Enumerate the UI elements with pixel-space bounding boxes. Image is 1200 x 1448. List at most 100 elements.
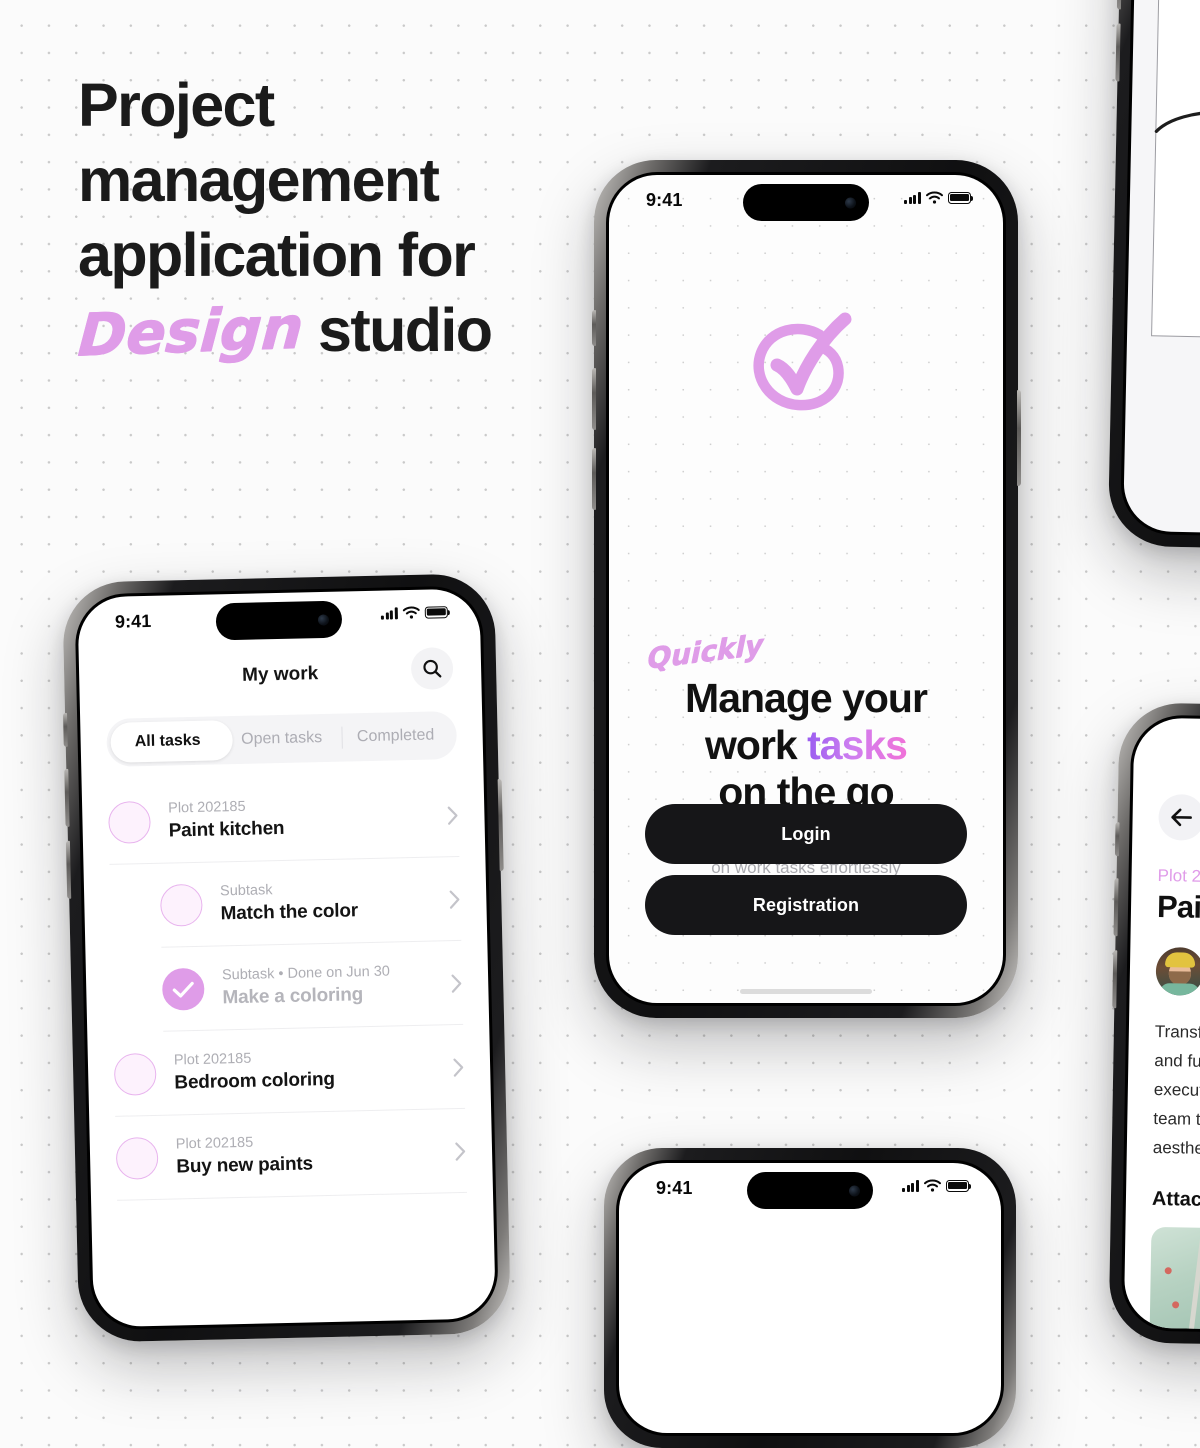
screen-timer: 4 Done <box>1122 0 1200 540</box>
phone-side-button-volume-up[interactable] <box>1116 0 1122 10</box>
task-checkbox[interactable] <box>115 1136 159 1180</box>
phone-bezel: 9:4 Plot 2021 Paint <box>1120 714 1200 1338</box>
paint-spot <box>1164 1267 1172 1275</box>
status-time: 9:41 <box>656 1178 693 1198</box>
phone-side-button-volume-down[interactable] <box>1111 950 1117 1009</box>
registration-button[interactable]: Registration <box>645 875 967 935</box>
tab-all-tasks[interactable]: All tasks <box>110 720 225 763</box>
phone-bezel: 9:41 Quickly Manage your work tasks on t… <box>606 172 1006 1006</box>
phone-mockup-onboarding: 9:41 Quickly Manage your work tasks on t… <box>591 160 1021 1018</box>
onboarding-title-line-1: Manage your <box>685 675 928 721</box>
task-name: Buy new paints <box>176 1153 314 1178</box>
task-detail-title: Paint <box>1156 888 1200 926</box>
phone-side-button-volume-up[interactable] <box>591 368 596 430</box>
dynamic-island <box>215 600 343 641</box>
row-divider <box>117 1191 467 1201</box>
task-name: Paint kitchen <box>168 817 285 842</box>
cellular-bars-icon <box>902 1179 919 1192</box>
headline-line-3: application for <box>78 221 476 289</box>
avatar <box>1155 946 1200 996</box>
description-line: aesthetics <box>1152 1137 1200 1159</box>
search-icon <box>423 659 442 678</box>
phone-bezel: 9:41 <box>616 1160 1004 1436</box>
task-text: Plot 202185 Paint kitchen <box>168 793 448 843</box>
tab-open-tasks[interactable]: Open tasks <box>224 718 339 761</box>
chevron-right-icon <box>451 974 462 993</box>
drawing-canvas[interactable] <box>1151 0 1200 344</box>
phone-side-button-power[interactable] <box>1016 390 1021 486</box>
task-text: Plot 202185 Bedroom coloring <box>174 1045 454 1095</box>
task-filter-tabs[interactable]: All tasks Open tasks Completed <box>106 710 458 767</box>
headline-line-1: Project <box>78 71 275 139</box>
front-camera-icon <box>845 197 856 208</box>
cellular-bars-icon <box>381 606 398 620</box>
front-camera-icon <box>317 613 330 626</box>
phone-side-button-mute[interactable] <box>1114 822 1120 857</box>
task-text: Plot 202185 Buy new paints <box>176 1129 456 1179</box>
wifi-icon <box>402 606 420 619</box>
phone-mockup-task-list: 9:41 My work All tasks Open tasks Comple… <box>62 573 512 1343</box>
task-checkbox[interactable] <box>108 800 151 844</box>
screen-onboarding: 9:41 Quickly Manage your work tasks on t… <box>609 175 1003 1003</box>
wifi-icon <box>924 1179 941 1192</box>
phone-side-button-volume-down[interactable] <box>65 840 71 899</box>
app-logo <box>609 309 1003 421</box>
task-row[interactable]: Plot 202185 Paint kitchen <box>82 772 486 865</box>
task-text: Subtask Match the color <box>220 877 450 926</box>
task-row[interactable]: Plot 202185 Buy new paints <box>89 1108 493 1201</box>
battery-icon <box>424 605 448 619</box>
task-list: Plot 202185 Paint kitchen Subtask Match … <box>82 772 493 1201</box>
check-icon <box>172 981 194 998</box>
chevron-right-icon <box>447 806 458 825</box>
back-button[interactable] <box>1158 793 1200 841</box>
title-plain: work <box>705 722 808 768</box>
task-checkbox-checked[interactable] <box>161 967 205 1011</box>
status-bar: 9:4 <box>1133 718 1200 779</box>
status-indicators <box>904 191 974 204</box>
phone-side-button-mute[interactable] <box>591 310 596 346</box>
phone-side-button-volume-up[interactable] <box>63 768 70 827</box>
home-indicator[interactable] <box>740 989 872 994</box>
front-camera-icon <box>849 1185 860 1196</box>
dynamic-island <box>747 1172 873 1209</box>
task-assignee[interactable]: A D <box>1155 946 1200 1001</box>
onboarding-title-line-2: work tasks <box>645 722 967 769</box>
task-row[interactable]: Plot 202185 Bedroom coloring <box>87 1024 491 1117</box>
status-time: 9:41 <box>114 610 152 632</box>
task-row[interactable]: Subtask • Done on Jun 30 Make a coloring <box>85 940 489 1033</box>
search-button[interactable] <box>410 647 454 690</box>
onboarding-actions: Login Registration <box>645 804 967 935</box>
screen-task-detail: 9:4 Plot 2021 Paint <box>1123 717 1200 1335</box>
circled-checkmark-logo <box>753 312 852 411</box>
status-indicators <box>381 605 448 620</box>
phone-bezel: 9:41 My work All tasks Open tasks Comple… <box>74 585 499 1331</box>
cellular-bars-icon <box>904 191 921 204</box>
task-description: Transform and funct executed team to cl … <box>1153 1017 1200 1168</box>
ladder-rail <box>1188 1235 1200 1332</box>
phone-side-button-volume-down[interactable] <box>1114 23 1121 82</box>
task-row[interactable]: Subtask Match the color <box>83 856 487 949</box>
dynamic-island <box>743 184 869 221</box>
phone-side-button-mute[interactable] <box>62 712 68 747</box>
task-name: Make a coloring <box>222 984 364 1009</box>
phone-side-button-volume-down[interactable] <box>591 448 596 510</box>
status-time: 9:41 <box>646 190 683 210</box>
scribble-drawing <box>1154 109 1200 180</box>
task-checkbox[interactable] <box>159 883 203 927</box>
title-highlight: tasks <box>807 722 908 768</box>
phone-side-button-volume-up[interactable] <box>1113 878 1119 937</box>
task-checkbox[interactable] <box>113 1052 157 1096</box>
attachment-thumbnail[interactable] <box>1149 1226 1200 1335</box>
battery-icon <box>948 191 974 204</box>
wifi-icon <box>926 191 943 204</box>
status-bar: 9:41 <box>77 588 480 651</box>
phone-side-button-power[interactable] <box>497 778 504 872</box>
tab-completed[interactable]: Completed <box>338 715 453 758</box>
status-indicators <box>902 1179 972 1192</box>
task-text: Subtask • Done on Jun 30 Make a coloring <box>222 961 452 1010</box>
chevron-right-icon <box>455 1141 466 1161</box>
chevron-right-icon <box>453 1058 464 1077</box>
phone-mockup-task-detail: 9:4 Plot 2021 Paint <box>1108 702 1200 1350</box>
phone-mockup-timer: 4 Done <box>1107 0 1200 555</box>
login-button[interactable]: Login <box>645 804 967 864</box>
